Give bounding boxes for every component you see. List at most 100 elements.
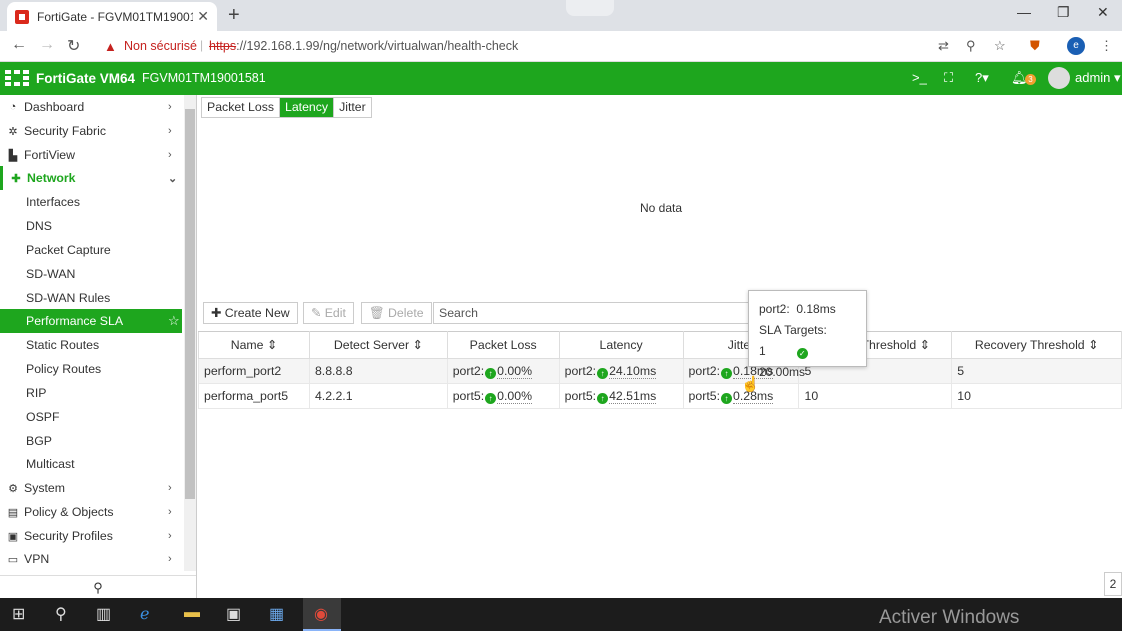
user-menu[interactable]: admin ▾ bbox=[1075, 70, 1121, 86]
sidebar-label: SD-WAN Rules bbox=[26, 291, 111, 305]
forward-icon[interactable]: → bbox=[39, 36, 55, 54]
delete-button[interactable]: 🗑︎ Delete bbox=[361, 302, 432, 324]
page-number[interactable]: 2 bbox=[1104, 572, 1122, 596]
sidebar-item-system[interactable]: ⚙ System › bbox=[0, 476, 182, 500]
sidebar-label: Policy & Objects bbox=[24, 505, 114, 519]
sidebar-item-policy-objects[interactable]: ▤ Policy & Objects › bbox=[0, 500, 182, 524]
cell-detect-server: 4.2.2.1 bbox=[308, 383, 448, 409]
create-new-label: Create New bbox=[224, 306, 290, 320]
sidebar-label: System bbox=[24, 481, 65, 495]
new-tab-button[interactable]: + bbox=[228, 4, 240, 27]
sidebar-item-fortiview[interactable]: ▙ FortiView › bbox=[0, 143, 182, 167]
sidebar-item-sd-wan[interactable]: SD-WAN bbox=[0, 262, 182, 286]
sidebar-item-vpn[interactable]: ▭ VPN › bbox=[0, 547, 182, 571]
sidebar-item-multicast[interactable]: Multicast bbox=[0, 452, 182, 476]
sidebar-item-performance-sla[interactable]: Performance SLA ☆ bbox=[0, 309, 182, 333]
extension-shield-icon[interactable]: ⛊ bbox=[1030, 38, 1040, 54]
file-explorer-icon[interactable]: ▬ bbox=[184, 604, 200, 622]
sidebar-item-dashboard[interactable]: ◔ Dashboard › bbox=[0, 95, 182, 119]
sidebar-item-dns[interactable]: DNS bbox=[0, 214, 182, 238]
sidebar-label: Interfaces bbox=[26, 195, 80, 209]
chevron-right-icon: › bbox=[168, 149, 172, 161]
zoom-icon[interactable]: ⚲ bbox=[966, 38, 976, 54]
jitter-tooltip: port2: 0.18ms SLA Targets: 1 ✓ 20.00ms bbox=[748, 290, 867, 379]
product-name: FortiGate VM64 bbox=[36, 71, 136, 86]
device-serial: FGVM01TM19001581 bbox=[142, 71, 266, 85]
search-icon[interactable]: ⚲ bbox=[55, 604, 67, 624]
task-view-icon[interactable]: ▥ bbox=[96, 604, 111, 624]
sidebar-item-interfaces[interactable]: Interfaces bbox=[0, 190, 182, 214]
user-avatar[interactable] bbox=[1048, 67, 1070, 89]
url-field[interactable]: https://192.168.1.99/ng/network/virtualw… bbox=[209, 39, 518, 53]
sidebar-label: Security Profiles bbox=[24, 529, 113, 543]
tooltip-target-id: 1 bbox=[759, 344, 766, 358]
status-up-icon: ↑ bbox=[485, 367, 497, 379]
sidebar-item-sd-wan-rules[interactable]: SD-WAN Rules bbox=[0, 286, 182, 310]
sidebar-item-packet-capture[interactable]: Packet Capture bbox=[0, 238, 182, 262]
status-up-icon: ↑ bbox=[597, 392, 609, 404]
sidebar-item-security-fabric[interactable]: ✲ Security Fabric › bbox=[0, 119, 182, 143]
fortiview-icon: ▙ bbox=[8, 149, 18, 162]
profile-avatar[interactable]: e bbox=[1067, 37, 1085, 55]
help-icon[interactable]: ?▾ bbox=[975, 70, 989, 86]
tab-latency[interactable]: Latency bbox=[280, 98, 335, 117]
command-prompt-icon[interactable]: ▣ bbox=[226, 604, 241, 624]
translate-icon[interactable]: ⇄ bbox=[938, 38, 949, 54]
sidebar-item-rip[interactable]: RIP bbox=[0, 381, 182, 405]
search-input[interactable]: Search bbox=[433, 302, 753, 324]
windows-start-icon[interactable]: ⊞ bbox=[12, 604, 25, 624]
cli-console-icon[interactable]: >_ bbox=[912, 70, 927, 85]
column-header-latency[interactable]: Latency bbox=[558, 331, 684, 359]
tooltip-target-value: 20.00ms bbox=[759, 365, 806, 379]
divider: | bbox=[200, 38, 204, 52]
table-row[interactable]: perform_port2 8.8.8.8 port2: ↑ 0.00% port2… bbox=[198, 358, 1122, 384]
fullscreen-icon[interactable]: ⛶ bbox=[944, 70, 953, 86]
column-header-name[interactable]: Name ⇕ bbox=[198, 331, 310, 359]
maximize-button[interactable]: ❐ bbox=[1057, 4, 1070, 21]
internet-explorer-icon[interactable]: ℯ bbox=[140, 604, 149, 624]
sidebar-item-static-routes[interactable]: Static Routes bbox=[0, 333, 182, 357]
column-header-recovery-threshold[interactable]: Recovery Threshold ⇕ bbox=[951, 331, 1122, 359]
sidebar-item-policy-routes[interactable]: Policy Routes bbox=[0, 357, 182, 381]
minimize-button[interactable]: — bbox=[1017, 4, 1031, 20]
chrome-taskbar-active[interactable]: ◉ bbox=[303, 598, 341, 631]
server-manager-icon[interactable]: ▦ bbox=[269, 604, 284, 624]
notification-badge: 3 bbox=[1025, 74, 1036, 85]
status-up-icon: ↑ bbox=[721, 392, 732, 404]
browser-tab[interactable]: FortiGate - FGVM01TM19001581 ✕ bbox=[7, 2, 217, 31]
bookmark-star-icon[interactable]: ☆ bbox=[994, 38, 1006, 54]
sidebar-scrollbar-thumb[interactable] bbox=[185, 109, 195, 499]
sidebar-item-ospf[interactable]: OSPF bbox=[0, 405, 182, 429]
cell-packet-loss: port2: ↑ 0.00% bbox=[446, 358, 560, 384]
status-up-icon: ↑ bbox=[597, 367, 609, 379]
activate-windows-watermark: Activer Windows bbox=[879, 607, 1020, 628]
warning-icon[interactable]: ▲ bbox=[104, 39, 117, 54]
sidebar-label: BGP bbox=[26, 434, 52, 448]
cell-latency: port5: ↑ 42.51ms bbox=[558, 383, 684, 409]
close-window-button[interactable]: ✕ bbox=[1097, 4, 1109, 21]
performance-sla-table: Name ⇕ Detect Server ⇕ Packet Loss Laten… bbox=[198, 331, 1122, 409]
sidebar-label: FortiView bbox=[24, 148, 76, 162]
table-row[interactable]: performa_port5 4.2.2.1 port5: ↑ 0.00% port… bbox=[198, 383, 1122, 409]
create-new-button[interactable]: ✚ Create New bbox=[203, 302, 298, 324]
tab-packet-loss[interactable]: Packet Loss bbox=[202, 98, 280, 117]
favorite-star-icon[interactable]: ☆ bbox=[168, 313, 182, 329]
edit-button[interactable]: ✎ Edit bbox=[303, 302, 354, 324]
security-status[interactable]: Non sécurisé bbox=[124, 39, 197, 53]
table-header-row: Name ⇕ Detect Server ⇕ Packet Loss Laten… bbox=[198, 331, 1122, 359]
sidebar-item-bgp[interactable]: BGP bbox=[0, 429, 182, 453]
chevron-right-icon: › bbox=[168, 101, 172, 113]
tab-search-handle[interactable] bbox=[566, 0, 614, 16]
column-header-detect-server[interactable]: Detect Server ⇕ bbox=[308, 331, 448, 359]
back-icon[interactable]: ← bbox=[11, 36, 27, 54]
chart-tab-group: Packet Loss Latency Jitter bbox=[201, 97, 372, 118]
sidebar-item-network[interactable]: ✚ Network ⌄ bbox=[0, 166, 182, 190]
close-tab-icon[interactable]: ✕ bbox=[197, 8, 209, 25]
menu-kebab-icon[interactable]: ⋮ bbox=[1100, 38, 1113, 54]
column-header-packet-loss[interactable]: Packet Loss bbox=[446, 331, 560, 359]
tab-jitter[interactable]: Jitter bbox=[334, 98, 371, 117]
sidebar: ◔ Dashboard › ✲ Security Fabric › ▙ FortiView… bbox=[0, 95, 197, 598]
sidebar-search-button[interactable]: ⚲ bbox=[0, 575, 196, 597]
reload-icon[interactable]: ↻ bbox=[67, 36, 80, 56]
sidebar-item-security-profiles[interactable]: ▣ Security Profiles › bbox=[0, 524, 182, 548]
